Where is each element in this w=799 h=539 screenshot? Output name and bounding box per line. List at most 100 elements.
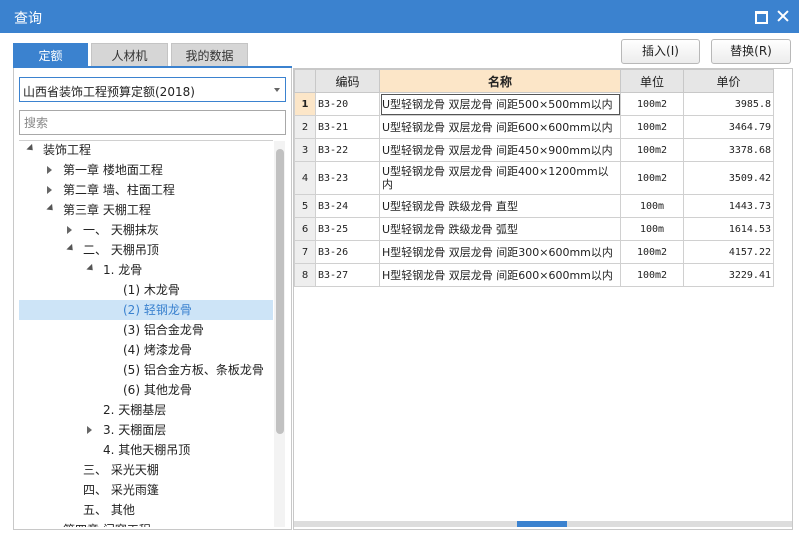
unit-cell[interactable]: 100m <box>620 217 684 241</box>
tree-node[interactable]: 三、 采光天棚 <box>19 460 273 480</box>
search-input[interactable] <box>19 110 286 135</box>
table-row[interactable]: 1 B3-20 U型轻钢龙骨 双层龙骨 间距500×500mm以内 100m2 3985… <box>294 92 774 116</box>
tree-node[interactable]: 第三章 天棚工程 <box>19 200 273 220</box>
row-number-cell[interactable]: 1 <box>294 92 316 116</box>
tree-node-label: 第三章 天棚工程 <box>63 203 151 217</box>
tree-node[interactable]: 二、 天棚吊顶 <box>19 240 273 260</box>
table-row[interactable]: 7 B3-26 H型轻钢龙骨 双层龙骨 间距300×600mm以内 100m2 4157… <box>294 240 774 264</box>
name-cell[interactable]: U型轻钢龙骨 跌级龙骨 弧型 <box>379 217 621 241</box>
tab-quota[interactable]: 定额 <box>13 43 88 67</box>
row-number-cell[interactable]: 8 <box>294 263 316 287</box>
tree-node[interactable]: 2. 天棚基层 <box>19 400 273 420</box>
table-row[interactable]: 3 B3-22 U型轻钢龙骨 双层龙骨 间距450×900mm以内 100m2 3378… <box>294 138 774 162</box>
tree-node[interactable]: (4) 烤漆龙骨 <box>19 340 273 360</box>
unit-cell[interactable]: 100m2 <box>620 240 684 264</box>
name-cell[interactable]: U型轻钢龙骨 跌级龙骨 直型 <box>379 194 621 218</box>
tree-node[interactable]: 四、 采光雨篷 <box>19 480 273 500</box>
tree-node[interactable]: 4. 其他天棚吊顶 <box>19 440 273 460</box>
row-number-cell[interactable]: 5 <box>294 194 316 218</box>
code-cell[interactable]: B3-21 <box>315 115 380 139</box>
tree-node[interactable]: 一、 天棚抹灰 <box>19 220 273 240</box>
name-cell[interactable]: U型轻钢龙骨 双层龙骨 间距400×1200mm以内 <box>379 161 621 195</box>
price-cell[interactable]: 1614.53 <box>683 217 774 241</box>
column-header-price[interactable]: 单价 <box>683 69 774 93</box>
tree-node-label: (4) 烤漆龙骨 <box>123 343 192 357</box>
tree-node[interactable]: 第四章 门窗工程 <box>19 520 273 527</box>
expand-arrow-icon[interactable] <box>66 243 76 254</box>
name-cell[interactable]: U型轻钢龙骨 双层龙骨 间距600×600mm以内 <box>379 115 621 139</box>
price-cell[interactable]: 3464.79 <box>683 115 774 139</box>
row-number-cell[interactable]: 7 <box>294 240 316 264</box>
table-row[interactable]: 6 B3-25 U型轻钢龙骨 跌级龙骨 弧型 100m 1614.53 <box>294 217 774 241</box>
row-number-cell[interactable]: 6 <box>294 217 316 241</box>
code-cell[interactable]: B3-27 <box>315 263 380 287</box>
tree-node[interactable]: (1) 木龙骨 <box>19 280 273 300</box>
tree-node-label: 装饰工程 <box>43 143 92 157</box>
tree-scrollbar-thumb[interactable] <box>276 149 284 434</box>
price-cell[interactable]: 1443.73 <box>683 194 774 218</box>
insert-button[interactable]: 插入(I) <box>621 39 700 64</box>
table-row[interactable]: 2 B3-21 U型轻钢龙骨 双层龙骨 间距600×600mm以内 100m2 3464… <box>294 115 774 139</box>
table-row[interactable]: 5 B3-24 U型轻钢龙骨 跌级龙骨 直型 100m 1443.73 <box>294 194 774 218</box>
column-header-name[interactable]: 名称 <box>379 69 621 93</box>
tree-node[interactable]: (6) 其他龙骨 <box>19 380 273 400</box>
column-header-unit[interactable]: 单位 <box>620 69 684 93</box>
name-cell[interactable]: U型轻钢龙骨 双层龙骨 间距500×500mm以内 <box>379 92 621 116</box>
expand-arrow-icon[interactable] <box>86 263 96 274</box>
unit-cell[interactable]: 100m2 <box>620 263 684 287</box>
price-cell[interactable]: 3378.68 <box>683 138 774 162</box>
tree-node-label: (5) 铝合金方板、条板龙骨 <box>123 363 264 377</box>
name-cell[interactable]: H型轻钢龙骨 双层龙骨 间距600×600mm以内 <box>379 263 621 287</box>
replace-button[interactable]: 替换(R) <box>711 39 791 64</box>
collapse-arrow-icon[interactable] <box>87 426 92 434</box>
unit-cell[interactable]: 100m2 <box>620 161 684 195</box>
table-row[interactable]: 8 B3-27 H型轻钢龙骨 双层龙骨 间距600×600mm以内 100m2 3229… <box>294 263 774 287</box>
tree-node[interactable]: (5) 铝合金方板、条板龙骨 <box>19 360 273 380</box>
code-cell[interactable]: B3-26 <box>315 240 380 264</box>
table-scrollbar[interactable] <box>294 521 792 527</box>
tab-materials[interactable]: 人材机 <box>91 43 168 67</box>
name-cell[interactable]: U型轻钢龙骨 双层龙骨 间距450×900mm以内 <box>379 138 621 162</box>
tree-node[interactable]: 第二章 墙、柱面工程 <box>19 180 273 200</box>
collapse-arrow-icon[interactable] <box>47 186 52 194</box>
tree-node-label: 第一章 楼地面工程 <box>63 163 163 177</box>
tree-scrollbar[interactable] <box>274 141 285 527</box>
price-cell[interactable]: 3985.8 <box>683 92 774 116</box>
maximize-icon[interactable] <box>752 8 768 24</box>
row-number-cell[interactable]: 3 <box>294 138 316 162</box>
unit-cell[interactable]: 100m2 <box>620 115 684 139</box>
collapse-arrow-icon[interactable] <box>47 166 52 174</box>
tab-my-data[interactable]: 我的数据 <box>171 43 248 67</box>
price-cell[interactable]: 4157.22 <box>683 240 774 264</box>
tree-node[interactable]: 3. 天棚面层 <box>19 420 273 440</box>
code-cell[interactable]: B3-22 <box>315 138 380 162</box>
price-cell[interactable]: 3509.42 <box>683 161 774 195</box>
name-cell[interactable]: H型轻钢龙骨 双层龙骨 间距300×600mm以内 <box>379 240 621 264</box>
row-number-cell[interactable]: 4 <box>294 161 316 195</box>
tree-node[interactable]: 五、 其他 <box>19 500 273 520</box>
tree-node[interactable]: 1. 龙骨 <box>19 260 273 280</box>
code-cell[interactable]: B3-24 <box>315 194 380 218</box>
tree-node[interactable]: 第一章 楼地面工程 <box>19 160 273 180</box>
unit-cell[interactable]: 100m <box>620 194 684 218</box>
unit-cell[interactable]: 100m2 <box>620 92 684 116</box>
unit-cell[interactable]: 100m2 <box>620 138 684 162</box>
expand-arrow-icon[interactable] <box>46 203 56 214</box>
table-row[interactable]: 4 B3-23 U型轻钢龙骨 双层龙骨 间距400×1200mm以内 100m2 350… <box>294 161 774 195</box>
tree-node[interactable]: (3) 铝合金龙骨 <box>19 320 273 340</box>
collapse-arrow-icon[interactable] <box>67 226 72 234</box>
tree-node[interactable]: (2) 轻钢龙骨 <box>19 300 273 320</box>
library-select[interactable]: 山西省装饰工程预算定额(2018) <box>19 77 286 102</box>
code-cell[interactable]: B3-20 <box>315 92 380 116</box>
expand-arrow-icon[interactable] <box>26 143 36 154</box>
row-number-cell[interactable]: 2 <box>294 115 316 139</box>
column-header-code[interactable]: 编码 <box>315 69 380 93</box>
close-icon[interactable] <box>775 8 791 24</box>
table-scrollbar-grip[interactable] <box>517 521 567 527</box>
price-cell[interactable]: 3229.41 <box>683 263 774 287</box>
code-cell[interactable]: B3-23 <box>315 161 380 195</box>
tree-node[interactable]: 装饰工程 <box>19 141 273 160</box>
chevron-down-icon[interactable] <box>274 88 280 92</box>
code-cell[interactable]: B3-25 <box>315 217 380 241</box>
tree-node-label: 4. 其他天棚吊顶 <box>103 443 191 457</box>
